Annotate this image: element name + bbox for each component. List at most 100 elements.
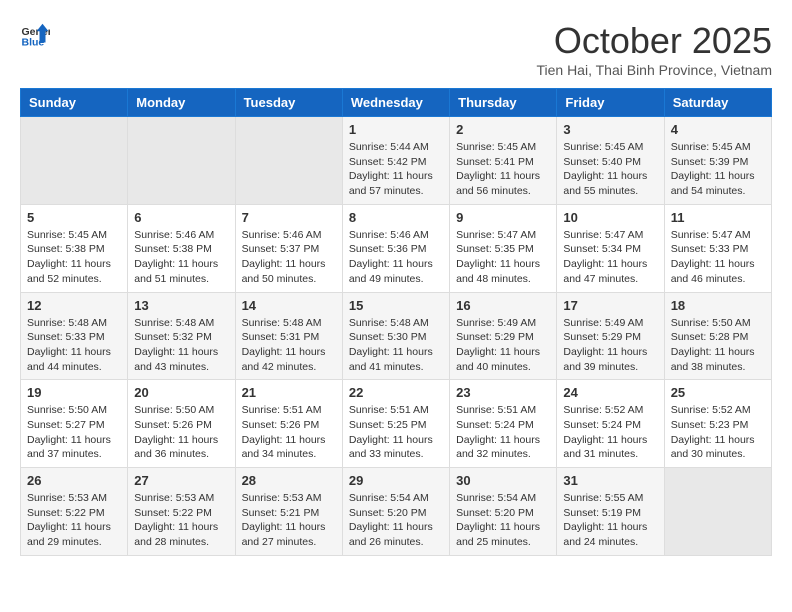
day-number: 8 <box>349 210 443 225</box>
calendar-cell: 13 Sunrise: 5:48 AMSunset: 5:32 PMDayligh… <box>128 292 235 380</box>
day-info: Sunrise: 5:50 AMSunset: 5:27 PMDaylight:… <box>27 403 121 462</box>
calendar-cell: 9 Sunrise: 5:47 AMSunset: 5:35 PMDaylight… <box>450 204 557 292</box>
calendar-body: 1 Sunrise: 5:44 AMSunset: 5:42 PMDaylight… <box>21 117 772 556</box>
day-number: 30 <box>456 473 550 488</box>
day-number: 11 <box>671 210 765 225</box>
day-number: 6 <box>134 210 228 225</box>
calendar-week-row: 26 Sunrise: 5:53 AMSunset: 5:22 PMDayligh… <box>21 468 772 556</box>
day-info: Sunrise: 5:46 AMSunset: 5:36 PMDaylight:… <box>349 228 443 287</box>
day-info: Sunrise: 5:46 AMSunset: 5:38 PMDaylight:… <box>134 228 228 287</box>
logo: General Blue <box>20 20 50 50</box>
day-info: Sunrise: 5:53 AMSunset: 5:21 PMDaylight:… <box>242 491 336 550</box>
calendar-cell: 19Sunrise: 5:50 AMSunset: 5:27 PMDayligh… <box>21 380 128 468</box>
day-number: 4 <box>671 122 765 137</box>
day-info: Sunrise: 5:45 AMSunset: 5:41 PMDaylight:… <box>456 140 550 199</box>
calendar-cell: 10Sunrise: 5:47 AMSunset: 5:34 PMDayligh… <box>557 204 664 292</box>
day-info: Sunrise: 5:46 AMSunset: 5:37 PMDaylight:… <box>242 228 336 287</box>
calendar-cell: 16 Sunrise: 5:49 AMSunset: 5:29 PMDayligh… <box>450 292 557 380</box>
calendar-cell: 30 Sunrise: 5:54 AMSunset: 5:20 PMDayligh… <box>450 468 557 556</box>
calendar-cell: 15 Sunrise: 5:48 AMSunset: 5:30 PMDayligh… <box>342 292 449 380</box>
day-info: Sunrise: 5:54 AMSunset: 5:20 PMDaylight:… <box>456 491 550 550</box>
day-number: 12 <box>27 298 121 313</box>
day-number: 29 <box>349 473 443 488</box>
calendar-week-row: 12Sunrise: 5:48 AMSunset: 5:33 PMDayligh… <box>21 292 772 380</box>
day-number: 28 <box>242 473 336 488</box>
weekday-header-tuesday: Tuesday <box>235 89 342 117</box>
weekday-header-wednesday: Wednesday <box>342 89 449 117</box>
day-info: Sunrise: 5:48 AMSunset: 5:30 PMDaylight:… <box>349 316 443 375</box>
day-info: Sunrise: 5:51 AMSunset: 5:25 PMDaylight:… <box>349 403 443 462</box>
day-number: 27 <box>134 473 228 488</box>
calendar-cell: 27 Sunrise: 5:53 AMSunset: 5:22 PMDayligh… <box>128 468 235 556</box>
day-info: Sunrise: 5:49 AMSunset: 5:29 PMDaylight:… <box>456 316 550 375</box>
weekday-header-thursday: Thursday <box>450 89 557 117</box>
title-section: October 2025 Tien Hai, Thai Binh Provinc… <box>536 20 772 78</box>
day-info: Sunrise: 5:50 AMSunset: 5:26 PMDaylight:… <box>134 403 228 462</box>
calendar-cell: 6 Sunrise: 5:46 AMSunset: 5:38 PMDaylight… <box>128 204 235 292</box>
day-number: 10 <box>563 210 657 225</box>
day-number: 24 <box>563 385 657 400</box>
day-number: 5 <box>27 210 121 225</box>
calendar-week-row: 1 Sunrise: 5:44 AMSunset: 5:42 PMDaylight… <box>21 117 772 205</box>
day-number: 9 <box>456 210 550 225</box>
day-number: 7 <box>242 210 336 225</box>
calendar-cell: 25Sunrise: 5:52 AMSunset: 5:23 PMDayligh… <box>664 380 771 468</box>
calendar-cell: 18Sunrise: 5:50 AMSunset: 5:28 PMDayligh… <box>664 292 771 380</box>
day-info: Sunrise: 5:45 AMSunset: 5:40 PMDaylight:… <box>563 140 657 199</box>
weekday-header-saturday: Saturday <box>664 89 771 117</box>
calendar-cell: 22 Sunrise: 5:51 AMSunset: 5:25 PMDayligh… <box>342 380 449 468</box>
calendar-cell: 24 Sunrise: 5:52 AMSunset: 5:24 PMDayligh… <box>557 380 664 468</box>
day-info: Sunrise: 5:47 AMSunset: 5:33 PMDaylight:… <box>671 228 765 287</box>
logo-icon: General Blue <box>20 20 50 50</box>
day-info: Sunrise: 5:53 AMSunset: 5:22 PMDaylight:… <box>27 491 121 550</box>
day-info: Sunrise: 5:44 AMSunset: 5:42 PMDaylight:… <box>349 140 443 199</box>
day-number: 3 <box>563 122 657 137</box>
weekday-header-sunday: Sunday <box>21 89 128 117</box>
day-number: 15 <box>349 298 443 313</box>
day-info: Sunrise: 5:54 AMSunset: 5:20 PMDaylight:… <box>349 491 443 550</box>
day-number: 25 <box>671 385 765 400</box>
day-info: Sunrise: 5:51 AMSunset: 5:26 PMDaylight:… <box>242 403 336 462</box>
day-info: Sunrise: 5:48 AMSunset: 5:32 PMDaylight:… <box>134 316 228 375</box>
calendar-cell: 17 Sunrise: 5:49 AMSunset: 5:29 PMDayligh… <box>557 292 664 380</box>
day-number: 2 <box>456 122 550 137</box>
calendar-week-row: 19Sunrise: 5:50 AMSunset: 5:27 PMDayligh… <box>21 380 772 468</box>
weekday-header-friday: Friday <box>557 89 664 117</box>
day-info: Sunrise: 5:45 AMSunset: 5:38 PMDaylight:… <box>27 228 121 287</box>
day-info: Sunrise: 5:53 AMSunset: 5:22 PMDaylight:… <box>134 491 228 550</box>
day-info: Sunrise: 5:52 AMSunset: 5:24 PMDaylight:… <box>563 403 657 462</box>
day-number: 22 <box>349 385 443 400</box>
calendar-subtitle: Tien Hai, Thai Binh Province, Vietnam <box>536 62 772 78</box>
calendar-cell: 7 Sunrise: 5:46 AMSunset: 5:37 PMDaylight… <box>235 204 342 292</box>
calendar-title: October 2025 <box>536 20 772 62</box>
calendar-cell <box>235 117 342 205</box>
day-number: 23 <box>456 385 550 400</box>
calendar-cell <box>21 117 128 205</box>
calendar-cell: 12Sunrise: 5:48 AMSunset: 5:33 PMDayligh… <box>21 292 128 380</box>
day-number: 31 <box>563 473 657 488</box>
day-number: 1 <box>349 122 443 137</box>
weekday-header-monday: Monday <box>128 89 235 117</box>
day-number: 13 <box>134 298 228 313</box>
day-number: 16 <box>456 298 550 313</box>
day-info: Sunrise: 5:47 AMSunset: 5:35 PMDaylight:… <box>456 228 550 287</box>
day-number: 17 <box>563 298 657 313</box>
calendar-cell: 31Sunrise: 5:55 AMSunset: 5:19 PMDayligh… <box>557 468 664 556</box>
day-number: 21 <box>242 385 336 400</box>
calendar-cell: 14Sunrise: 5:48 AMSunset: 5:31 PMDayligh… <box>235 292 342 380</box>
day-number: 26 <box>27 473 121 488</box>
day-number: 20 <box>134 385 228 400</box>
day-info: Sunrise: 5:50 AMSunset: 5:28 PMDaylight:… <box>671 316 765 375</box>
calendar-cell: 21 Sunrise: 5:51 AMSunset: 5:26 PMDayligh… <box>235 380 342 468</box>
calendar-cell: 26 Sunrise: 5:53 AMSunset: 5:22 PMDayligh… <box>21 468 128 556</box>
calendar-cell: 28 Sunrise: 5:53 AMSunset: 5:21 PMDayligh… <box>235 468 342 556</box>
calendar-cell: 8 Sunrise: 5:46 AMSunset: 5:36 PMDaylight… <box>342 204 449 292</box>
calendar-cell: 20 Sunrise: 5:50 AMSunset: 5:26 PMDayligh… <box>128 380 235 468</box>
calendar-week-row: 5 Sunrise: 5:45 AMSunset: 5:38 PMDaylight… <box>21 204 772 292</box>
day-info: Sunrise: 5:49 AMSunset: 5:29 PMDaylight:… <box>563 316 657 375</box>
calendar-cell: 11 Sunrise: 5:47 AMSunset: 5:33 PMDayligh… <box>664 204 771 292</box>
day-number: 14 <box>242 298 336 313</box>
calendar-cell: 1 Sunrise: 5:44 AMSunset: 5:42 PMDaylight… <box>342 117 449 205</box>
calendar-cell: 5 Sunrise: 5:45 AMSunset: 5:38 PMDaylight… <box>21 204 128 292</box>
calendar-cell: 29 Sunrise: 5:54 AMSunset: 5:20 PMDayligh… <box>342 468 449 556</box>
